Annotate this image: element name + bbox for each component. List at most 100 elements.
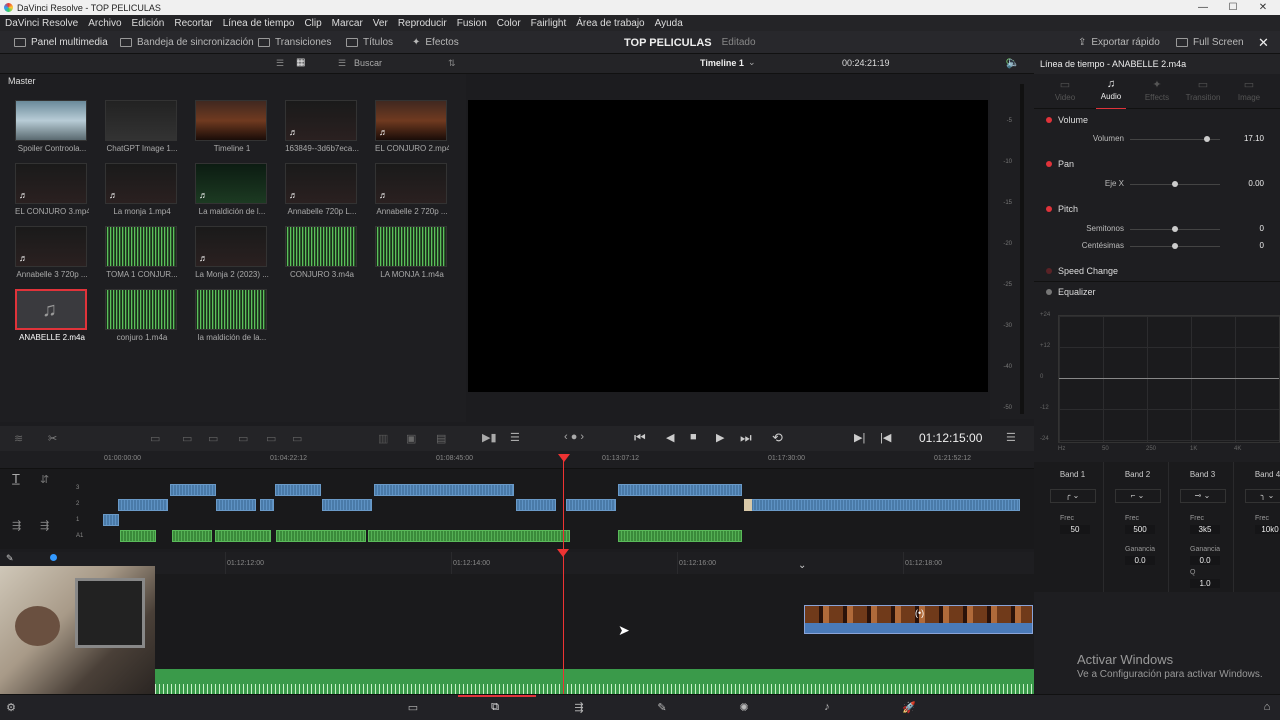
video-clip[interactable] [216, 499, 256, 511]
fairlight-page-icon[interactable]: ♪ [820, 701, 834, 713]
freq-value[interactable]: 3k5 [1190, 525, 1220, 534]
media-clip[interactable]: ♬ EL CONJURO 3.mp4 [15, 163, 89, 223]
text-tool-icon[interactable]: T̲ [12, 471, 20, 486]
media-clip[interactable]: ♬ EL CONJURO 2.mp4 [375, 100, 449, 160]
menu-item[interactable]: Línea de tiempo [218, 18, 300, 29]
transitions-toggle[interactable]: Transiciones [258, 31, 331, 54]
inspector-tab-audio[interactable]: ♫ Audio [1088, 78, 1134, 110]
enable-dot-icon[interactable] [1046, 289, 1052, 295]
video-clip[interactable] [516, 499, 556, 511]
media-clip[interactable]: ♬ 163849--3d6b7eca... [285, 100, 359, 160]
video-clip[interactable] [170, 484, 216, 496]
skip-end-button[interactable]: ⏭ [740, 430, 752, 446]
skip-start-button[interactable]: ⏮ [634, 430, 646, 446]
menu-item[interactable]: DaVinci Resolve [0, 18, 83, 29]
quick-export-button[interactable]: ⇪ Exportar rápido [1078, 31, 1160, 54]
clip-marker[interactable] [744, 499, 752, 511]
media-clip[interactable]: conjuro 1.m4a [105, 289, 179, 349]
enable-dot-icon[interactable] [1046, 267, 1052, 274]
cents-knob[interactable] [1172, 243, 1178, 249]
play-reverse-button[interactable]: ◀ [666, 431, 674, 444]
media-clip[interactable]: CONJURO 3.m4a [285, 226, 359, 286]
media-clip[interactable]: ♫ ANABELLE 2.m4a [15, 289, 89, 349]
media-pool-toggle[interactable]: Panel multimedia [14, 31, 108, 54]
media-clip[interactable]: ♬ Annabelle 720p L... [285, 163, 359, 223]
chevron-down-icon[interactable]: ⌄ [748, 57, 756, 68]
gain-value[interactable]: 0.0 [1190, 556, 1220, 565]
media-clip[interactable]: ♬ La Monja 2 (2023) ... [195, 226, 269, 286]
video-clip[interactable] [103, 514, 119, 526]
color-page-icon[interactable]: ✺ [737, 701, 751, 714]
media-clip[interactable]: LA MONJA 1.m4a [375, 226, 449, 286]
detail-zoom-icon[interactable]: ▤ [436, 432, 446, 445]
playhead-marker[interactable] [558, 454, 570, 462]
enable-dot-icon[interactable] [1046, 205, 1052, 212]
audio-clip[interactable] [276, 530, 366, 542]
bin-master[interactable]: Master [0, 74, 466, 88]
loop-button[interactable]: ⟲ [772, 430, 783, 446]
deliver-page-icon[interactable]: 🚀 [902, 701, 916, 714]
menu-item[interactable]: Clip [299, 18, 326, 29]
menu-item[interactable]: Color [492, 18, 526, 29]
inspector-tab-video[interactable]: ▭ Video [1042, 78, 1088, 102]
snap-icon[interactable]: ≋ [14, 432, 23, 445]
audio-clip[interactable] [618, 530, 742, 542]
home-icon[interactable]: ⌂ [1260, 701, 1274, 713]
audio-tool-icon[interactable]: ⇶ [12, 519, 21, 532]
media-clip[interactable]: TOMA 1 CONJUR... [105, 226, 179, 286]
close-button[interactable]: ✕ [1248, 0, 1278, 15]
pencil-icon[interactable]: ✎ [6, 553, 14, 564]
media-clip[interactable]: ♬ La maldición de l... [195, 163, 269, 223]
insert-icon[interactable]: ▭ [150, 432, 160, 445]
menu-item[interactable]: Ayuda [650, 18, 688, 29]
q-value[interactable]: 1.0 [1190, 579, 1220, 588]
equalizer-graph[interactable] [1058, 315, 1280, 443]
band-shape-dropdown[interactable]: ╭ ⌄ [1049, 489, 1096, 503]
play-button[interactable]: ▶ [716, 431, 724, 444]
razor-icon[interactable]: ✂ [48, 432, 57, 445]
audio-clip-a1[interactable] [155, 669, 1034, 694]
playhead-view-icon[interactable]: ▶▮ [482, 431, 497, 444]
menu-item[interactable]: Archivo [83, 18, 126, 29]
video-clip[interactable] [618, 484, 742, 496]
equalizer-section[interactable]: Equalizer [1034, 281, 1280, 302]
titles-toggle[interactable]: Títulos [346, 31, 393, 54]
minimize-button[interactable]: — [1188, 0, 1218, 15]
media-clip[interactable]: ♬ Annabelle 3 720p ... [15, 226, 89, 286]
timeline-overview-tracks[interactable]: T̲ ⇵ ⇶ ⇶ 3 2 1 A1 [0, 469, 1034, 549]
link-tool-icon[interactable]: ⇶ [40, 519, 49, 532]
place-on-top-icon[interactable]: ▭ [266, 432, 276, 445]
audio-clip[interactable] [368, 530, 570, 542]
cents-value[interactable]: 0 [1230, 241, 1264, 250]
audio-clip[interactable] [120, 530, 156, 542]
playhead-line[interactable] [563, 454, 564, 694]
volume-section[interactable]: Volume [1034, 109, 1280, 130]
media-clip[interactable]: Timeline 1 [195, 100, 269, 160]
color-dot-icon[interactable] [50, 554, 57, 561]
inspector-tab-effects[interactable]: ✦ Effects [1134, 78, 1180, 102]
inspector-tab-image[interactable]: ▭ Image [1226, 78, 1272, 102]
resolve-logo-icon[interactable]: ⚙ [4, 701, 18, 714]
cut-page-icon[interactable]: ⧉ [488, 701, 502, 713]
timeline-view-icon[interactable]: ▣ [406, 432, 416, 445]
pitch-section[interactable]: Pitch [1034, 198, 1280, 219]
fit-fill-icon[interactable]: ▭ [238, 432, 248, 445]
append-icon[interactable]: ▭ [292, 432, 302, 445]
full-screen-button[interactable]: Full Screen [1176, 31, 1244, 54]
stop-button[interactable]: ■ [690, 431, 697, 443]
menu-item[interactable]: Marcar [327, 18, 368, 29]
band-shape-dropdown[interactable]: ⊸ ⌄ [1179, 489, 1226, 503]
chevron-down-icon[interactable]: ⌄ [798, 560, 806, 571]
audio-clip[interactable] [172, 530, 212, 542]
effects-toggle[interactable]: ✦ Efectos [412, 31, 459, 54]
track-tool-icon[interactable]: ⇵ [40, 473, 49, 486]
replace-icon[interactable]: ▭ [208, 432, 218, 445]
menu-item[interactable]: Fusion [452, 18, 492, 29]
tools-icon[interactable]: ✕ [1258, 31, 1269, 54]
video-clip[interactable] [566, 499, 616, 511]
media-clip[interactable]: ChatGPT Image 1... [105, 100, 179, 160]
speaker-icon[interactable]: 🔈 [1006, 56, 1020, 69]
menu-item[interactable]: Fairlight [526, 18, 572, 29]
maximize-button[interactable]: ☐ [1218, 0, 1248, 15]
gain-value[interactable]: 0.0 [1125, 556, 1155, 565]
